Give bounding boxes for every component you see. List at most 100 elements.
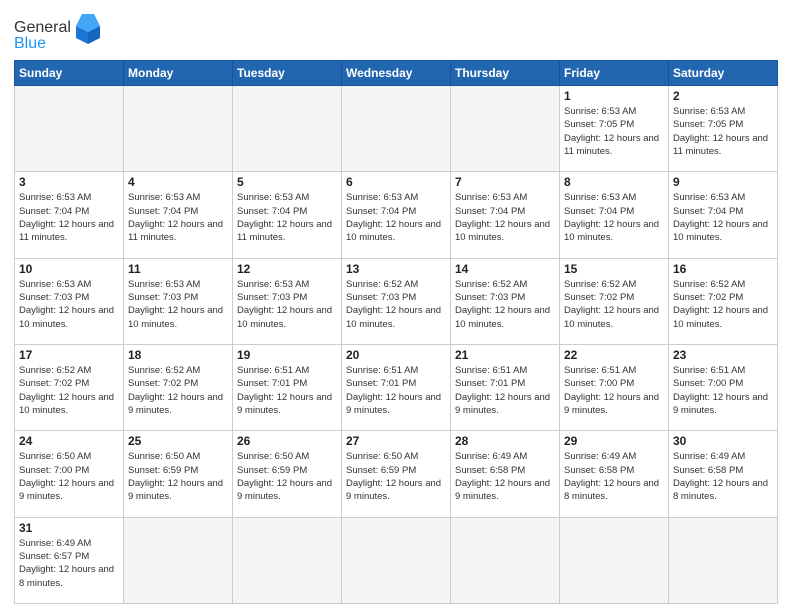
day-info: Sunrise: 6:51 AM Sunset: 7:01 PM Dayligh…: [346, 364, 446, 417]
day-number: 10: [19, 262, 119, 276]
day-info: Sunrise: 6:52 AM Sunset: 7:02 PM Dayligh…: [19, 364, 119, 417]
day-number: 29: [564, 434, 664, 448]
day-info: Sunrise: 6:52 AM Sunset: 7:03 PM Dayligh…: [455, 278, 555, 331]
day-of-week-saturday: Saturday: [669, 61, 778, 86]
logo: General Blue: [14, 12, 104, 52]
day-number: 15: [564, 262, 664, 276]
day-number: 24: [19, 434, 119, 448]
calendar-cell: 15 Sunrise: 6:52 AM Sunset: 7:02 PM Dayli…: [560, 258, 669, 344]
day-number: 25: [128, 434, 228, 448]
calendar-cell: 10Sunrise: 6:53 AM Sunset: 7:03 PM Dayli…: [15, 258, 124, 344]
day-info: Sunrise: 6:53 AM Sunset: 7:03 PM Dayligh…: [237, 278, 337, 331]
day-info: Sunrise: 6:53 AM Sunset: 7:04 PM Dayligh…: [346, 191, 446, 244]
calendar-cell: 21 Sunrise: 6:51 AM Sunset: 7:01 PM Dayli…: [451, 344, 560, 430]
day-number: 27: [346, 434, 446, 448]
day-info: Sunrise: 6:53 AM Sunset: 7:03 PM Dayligh…: [128, 278, 228, 331]
day-number: 14: [455, 262, 555, 276]
day-number: 16: [673, 262, 773, 276]
header: General Blue: [14, 12, 778, 52]
calendar-cell: [342, 517, 451, 603]
calendar-table: SundayMondayTuesdayWednesdayThursdayFrid…: [14, 60, 778, 604]
day-number: 26: [237, 434, 337, 448]
day-number: 12: [237, 262, 337, 276]
calendar-cell: 13Sunrise: 6:52 AM Sunset: 7:03 PM Dayli…: [342, 258, 451, 344]
calendar-cell: 24 Sunrise: 6:50 AM Sunset: 7:00 PM Dayli…: [15, 431, 124, 517]
day-info: Sunrise: 6:50 AM Sunset: 6:59 PM Dayligh…: [346, 450, 446, 503]
day-number: 5: [237, 175, 337, 189]
calendar-cell: 4Sunrise: 6:53 AM Sunset: 7:04 PM Daylig…: [124, 172, 233, 258]
day-info: Sunrise: 6:50 AM Sunset: 6:59 PM Dayligh…: [237, 450, 337, 503]
page: General Blue SundayMondayTuesdayWednesda…: [0, 0, 792, 612]
day-info: Sunrise: 6:52 AM Sunset: 7:02 PM Dayligh…: [564, 278, 664, 331]
day-number: 18: [128, 348, 228, 362]
day-number: 7: [455, 175, 555, 189]
day-number: 22: [564, 348, 664, 362]
calendar-cell: [451, 86, 560, 172]
day-info: Sunrise: 6:51 AM Sunset: 7:01 PM Dayligh…: [455, 364, 555, 417]
calendar-cell: 29 Sunrise: 6:49 AM Sunset: 6:58 PM Dayli…: [560, 431, 669, 517]
calendar-cell: 17Sunrise: 6:52 AM Sunset: 7:02 PM Dayli…: [15, 344, 124, 430]
day-of-week-sunday: Sunday: [15, 61, 124, 86]
calendar-cell: [560, 517, 669, 603]
calendar-cell: 18 Sunrise: 6:52 AM Sunset: 7:02 PM Dayli…: [124, 344, 233, 430]
day-number: 2: [673, 89, 773, 103]
day-info: Sunrise: 6:52 AM Sunset: 7:02 PM Dayligh…: [673, 278, 773, 331]
day-number: 6: [346, 175, 446, 189]
calendar-cell: 3Sunrise: 6:53 AM Sunset: 7:04 PM Daylig…: [15, 172, 124, 258]
calendar-cell: [15, 86, 124, 172]
day-number: 9: [673, 175, 773, 189]
logo-svg: General Blue: [14, 12, 104, 52]
calendar-cell: 25 Sunrise: 6:50 AM Sunset: 6:59 PM Dayli…: [124, 431, 233, 517]
day-number: 19: [237, 348, 337, 362]
day-number: 3: [19, 175, 119, 189]
calendar-cell: 30 Sunrise: 6:49 AM Sunset: 6:58 PM Dayli…: [669, 431, 778, 517]
calendar-cell: 14 Sunrise: 6:52 AM Sunset: 7:03 PM Dayli…: [451, 258, 560, 344]
day-info: Sunrise: 6:53 AM Sunset: 7:04 PM Dayligh…: [673, 191, 773, 244]
day-info: Sunrise: 6:49 AM Sunset: 6:58 PM Dayligh…: [673, 450, 773, 503]
day-number: 20: [346, 348, 446, 362]
calendar-cell: 11 Sunrise: 6:53 AM Sunset: 7:03 PM Dayli…: [124, 258, 233, 344]
day-info: Sunrise: 6:53 AM Sunset: 7:05 PM Dayligh…: [564, 105, 664, 158]
calendar-cell: 1 Sunrise: 6:53 AM Sunset: 7:05 PM Daylig…: [560, 86, 669, 172]
calendar-header-row: SundayMondayTuesdayWednesdayThursdayFrid…: [15, 61, 778, 86]
day-info: Sunrise: 6:52 AM Sunset: 7:02 PM Dayligh…: [128, 364, 228, 417]
day-of-week-thursday: Thursday: [451, 61, 560, 86]
svg-text:General: General: [14, 19, 71, 36]
calendar-cell: 2 Sunrise: 6:53 AM Sunset: 7:05 PM Daylig…: [669, 86, 778, 172]
day-info: Sunrise: 6:52 AM Sunset: 7:03 PM Dayligh…: [346, 278, 446, 331]
day-number: 30: [673, 434, 773, 448]
calendar-cell: 22Sunrise: 6:51 AM Sunset: 7:00 PM Dayli…: [560, 344, 669, 430]
calendar-week-row: 1 Sunrise: 6:53 AM Sunset: 7:05 PM Daylig…: [15, 86, 778, 172]
calendar-cell: 6 Sunrise: 6:53 AM Sunset: 7:04 PM Daylig…: [342, 172, 451, 258]
calendar-cell: 26 Sunrise: 6:50 AM Sunset: 6:59 PM Dayli…: [233, 431, 342, 517]
calendar-cell: 12 Sunrise: 6:53 AM Sunset: 7:03 PM Dayli…: [233, 258, 342, 344]
calendar-cell: [124, 517, 233, 603]
day-info: Sunrise: 6:50 AM Sunset: 7:00 PM Dayligh…: [19, 450, 119, 503]
day-number: 31: [19, 521, 119, 535]
day-info: Sunrise: 6:53 AM Sunset: 7:04 PM Dayligh…: [455, 191, 555, 244]
calendar-week-row: 17Sunrise: 6:52 AM Sunset: 7:02 PM Dayli…: [15, 344, 778, 430]
day-info: Sunrise: 6:53 AM Sunset: 7:05 PM Dayligh…: [673, 105, 773, 158]
day-number: 11: [128, 262, 228, 276]
calendar-cell: [124, 86, 233, 172]
day-of-week-wednesday: Wednesday: [342, 61, 451, 86]
day-number: 21: [455, 348, 555, 362]
day-info: Sunrise: 6:49 AM Sunset: 6:58 PM Dayligh…: [564, 450, 664, 503]
calendar-cell: 23Sunrise: 6:51 AM Sunset: 7:00 PM Dayli…: [669, 344, 778, 430]
calendar-cell: 31 Sunrise: 6:49 AM Sunset: 6:57 PM Dayli…: [15, 517, 124, 603]
calendar-cell: 5Sunrise: 6:53 AM Sunset: 7:04 PM Daylig…: [233, 172, 342, 258]
calendar-cell: [233, 86, 342, 172]
calendar-week-row: 10 Sunrise: 6:53 AM Sunset: 7:03 PM Dayli…: [15, 258, 778, 344]
day-info: Sunrise: 6:50 AM Sunset: 6:59 PM Dayligh…: [128, 450, 228, 503]
calendar-cell: [669, 517, 778, 603]
day-of-week-monday: Monday: [124, 61, 233, 86]
day-number: 1: [564, 89, 664, 103]
day-number: 8: [564, 175, 664, 189]
day-number: 23: [673, 348, 773, 362]
day-info: Sunrise: 6:53 AM Sunset: 7:04 PM Dayligh…: [128, 191, 228, 244]
calendar-cell: [342, 86, 451, 172]
calendar-cell: 16 Sunrise: 6:52 AM Sunset: 7:02 PM Dayli…: [669, 258, 778, 344]
day-info: Sunrise: 6:53 AM Sunset: 7:04 PM Dayligh…: [564, 191, 664, 244]
day-info: Sunrise: 6:49 AM Sunset: 6:57 PM Dayligh…: [19, 537, 119, 590]
calendar-cell: 7 Sunrise: 6:53 AM Sunset: 7:04 PM Daylig…: [451, 172, 560, 258]
